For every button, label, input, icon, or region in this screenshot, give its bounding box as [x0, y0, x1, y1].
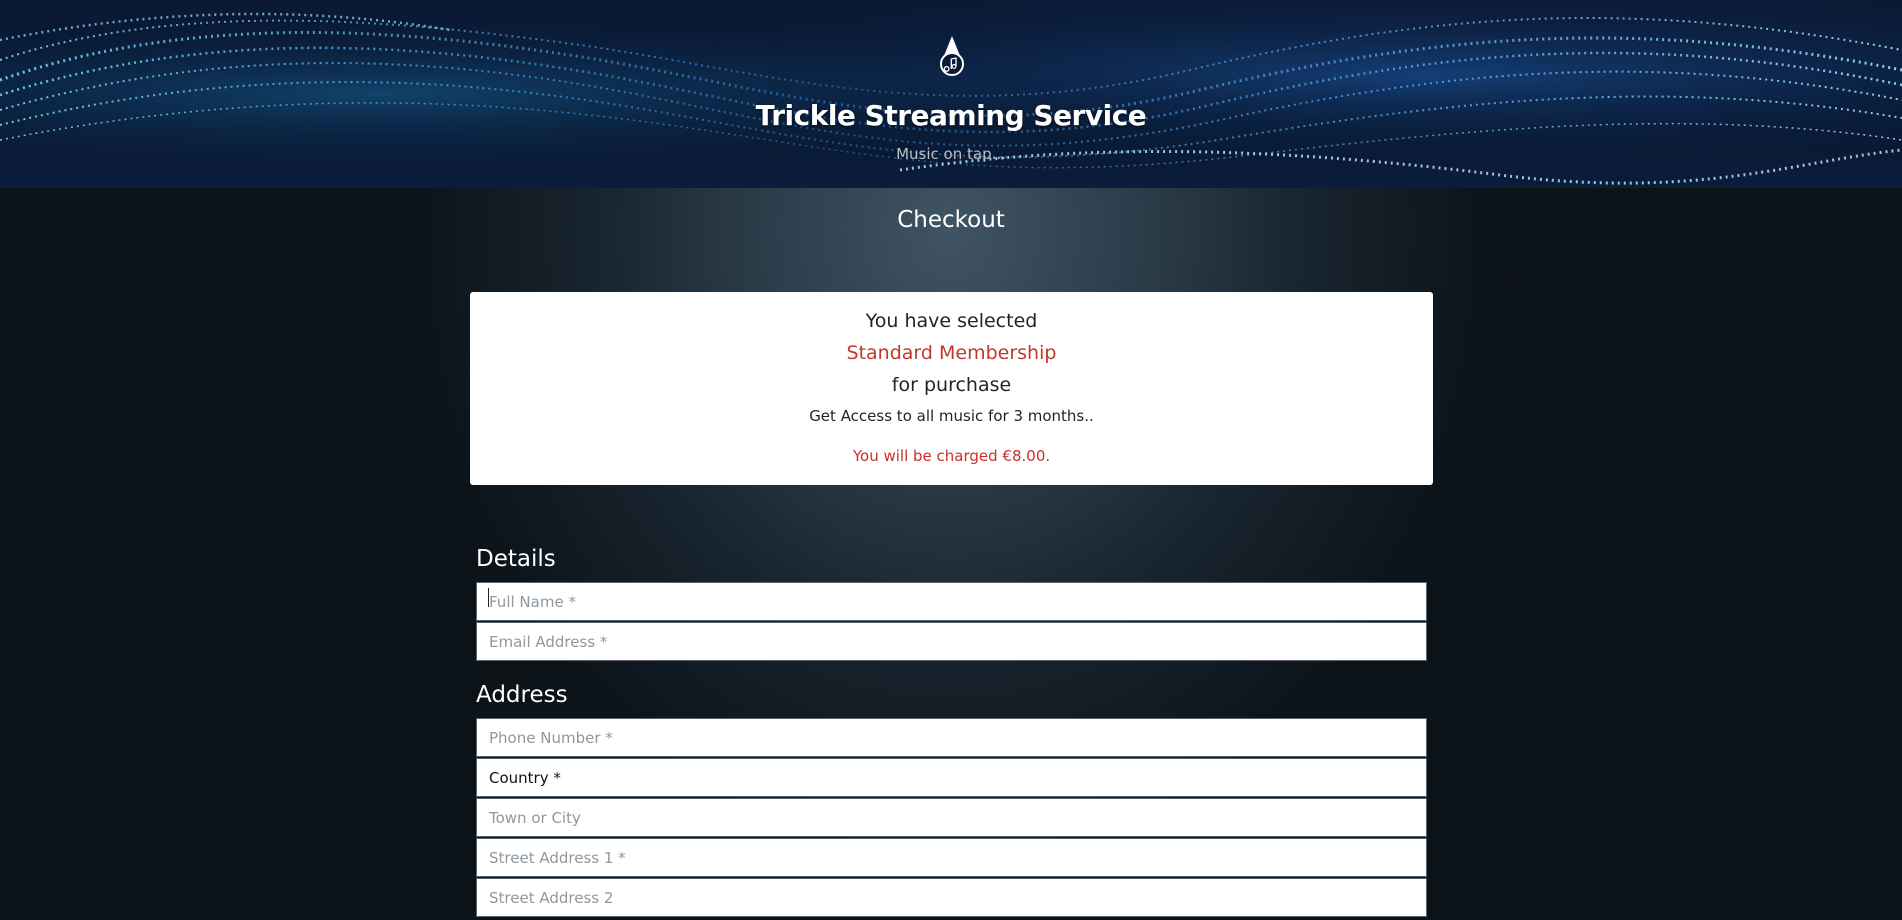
address-heading: Address	[476, 682, 568, 708]
charge-notice: You will be charged €8.00.	[852, 447, 1051, 465]
for-purchase-text: for purchase	[891, 374, 1012, 396]
product-description: Get Access to all music for 3 months..	[809, 407, 1094, 425]
email-input[interactable]	[477, 623, 1426, 660]
page-title: Checkout	[897, 207, 1005, 233]
text-cursor	[488, 588, 489, 607]
country-select[interactable]: Country *	[476, 758, 1427, 797]
product-name: Standard Membership	[846, 342, 1057, 364]
country-select-value: Country *	[489, 769, 561, 787]
street-address-1-input[interactable]	[477, 839, 1426, 876]
water-drop-music-note-icon	[940, 36, 964, 76]
street-address-1-field[interactable]	[476, 838, 1427, 877]
site-title[interactable]: Trickle Streaming Service	[0, 99, 1902, 132]
selected-text: You have selected	[865, 310, 1038, 332]
phone-input[interactable]	[477, 719, 1426, 756]
site-tagline: Music on tap...	[896, 145, 1006, 163]
phone-field[interactable]	[476, 718, 1427, 757]
email-field[interactable]	[476, 622, 1427, 661]
full-name-field[interactable]	[476, 582, 1427, 621]
street-address-2-field[interactable]	[476, 878, 1427, 917]
town-field[interactable]	[476, 798, 1427, 837]
street-address-2-input[interactable]	[477, 879, 1426, 916]
hero-banner: Trickle Streaming Service Music on tap..…	[0, 0, 1902, 188]
details-heading: Details	[476, 546, 556, 572]
town-input[interactable]	[477, 799, 1426, 836]
order-summary-card: You have selected Standard Membership fo…	[470, 292, 1433, 485]
full-name-input[interactable]	[477, 583, 1426, 620]
